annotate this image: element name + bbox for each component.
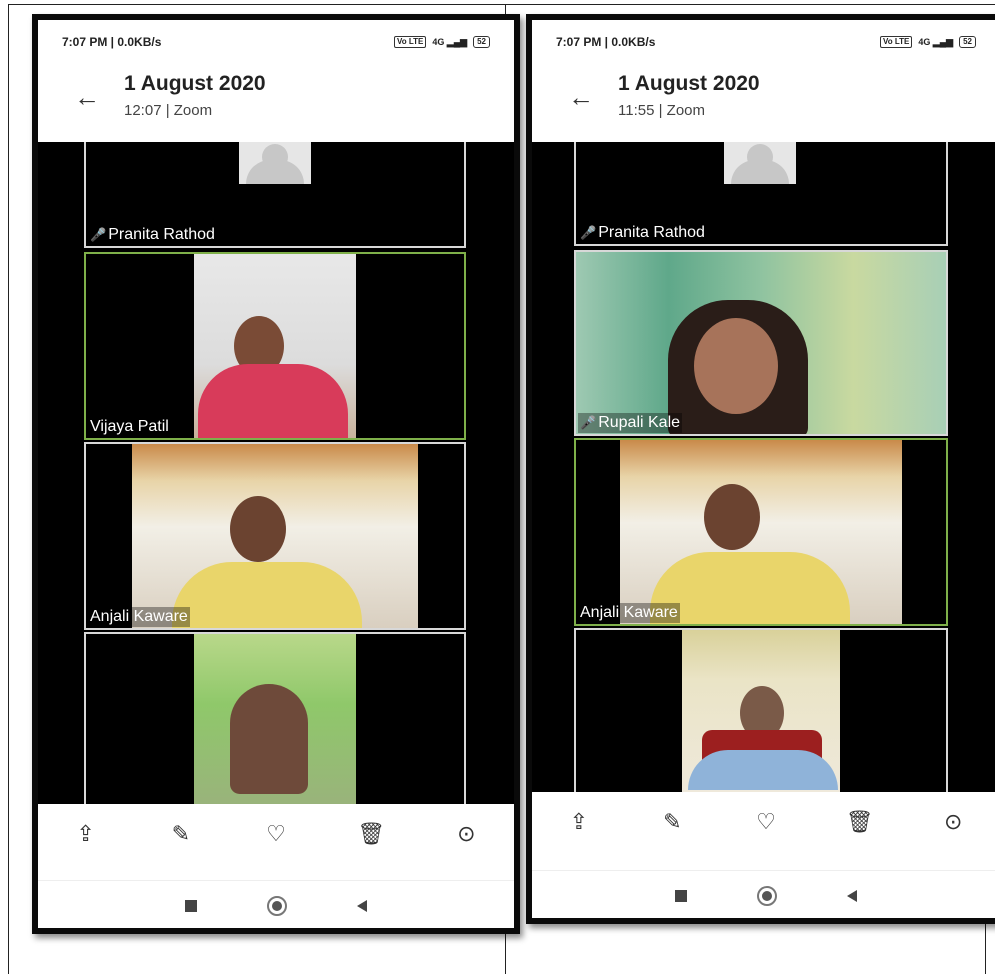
back-arrow-icon[interactable]: ← <box>568 82 594 112</box>
status-bar: 7:07 PM | 0.0KB/s Vo LTE 4G ▂▄▆ 52 <box>532 20 995 64</box>
app-header: ← 1 August 2020 11:55 | Zoom <box>532 64 995 152</box>
volte-icon: Vo LTE <box>393 36 427 48</box>
heart-icon[interactable]: ♡ <box>256 819 296 849</box>
battery-icon: 52 <box>473 36 490 48</box>
video-feed <box>194 634 356 804</box>
frame-border-top <box>8 4 995 5</box>
system-nav-bar <box>38 880 514 928</box>
video-feed <box>620 440 902 624</box>
participant-name: 🎤 Rupali Kale <box>578 413 683 433</box>
more-icon[interactable]: ⊙ <box>446 819 486 849</box>
participant-figure <box>230 684 308 794</box>
participant-tile: 🎤 Rupali Kale <box>574 250 948 436</box>
avatar <box>724 142 796 184</box>
mic-off-icon: 🎤 <box>90 227 107 242</box>
video-feed <box>576 252 946 434</box>
participant-figure <box>704 484 760 550</box>
participant-tile: 🎤 Pranita Rathod <box>84 142 466 248</box>
photo-action-bar: ⇪ ✎ ♡ 🗑 ⊙ <box>38 804 514 864</box>
participant-tile: 🎤 Pranita Rathod <box>574 142 948 246</box>
video-feed <box>132 444 418 628</box>
nav-back-icon[interactable] <box>357 900 367 912</box>
participant-body <box>650 552 850 624</box>
participant-tile <box>84 632 466 804</box>
photo-action-bar: ⇪ ✎ ♡ 🗑 ⊙ <box>532 792 995 852</box>
home-icon[interactable] <box>757 886 777 906</box>
nav-back-icon[interactable] <box>847 890 857 902</box>
photo-content: 🎤 Pranita Rathod Vijaya Patil Anjali Kawa… <box>38 142 514 804</box>
app-header: ← 1 August 2020 12:07 | Zoom <box>38 64 514 152</box>
trash-icon[interactable]: 🗑 <box>840 807 880 837</box>
edit-icon[interactable]: ✎ <box>652 807 692 837</box>
header-subtitle: 11:55 | Zoom <box>618 102 705 119</box>
more-icon[interactable]: ⊙ <box>933 807 973 837</box>
recent-apps-icon[interactable] <box>185 900 197 912</box>
battery-icon: 52 <box>959 36 976 48</box>
share-icon[interactable]: ⇪ <box>559 807 599 837</box>
share-icon[interactable]: ⇪ <box>66 819 106 849</box>
home-icon[interactable] <box>267 896 287 916</box>
frame-border-left <box>8 4 9 974</box>
participant-body <box>688 750 838 790</box>
status-time: 7:07 PM | 0.0KB/s <box>556 35 656 49</box>
recent-apps-icon[interactable] <box>675 890 687 902</box>
header-subtitle: 12:07 | Zoom <box>124 102 213 119</box>
signal-icon: 4G ▂▄▆ <box>918 36 954 47</box>
participant-tile-active: Anjali Kaware <box>574 438 948 626</box>
participant-name: 🎤 Pranita Rathod <box>88 225 217 245</box>
participant-name: 🎤 Pranita Rathod <box>578 223 707 243</box>
photo-content: 🎤 Pranita Rathod 🎤 Rupali Kale Anjali Kawa… <box>532 142 995 792</box>
participant-name: Anjali Kaware <box>88 607 190 627</box>
avatar <box>239 142 311 184</box>
participant-tile <box>574 628 948 792</box>
volte-icon: Vo LTE <box>879 36 913 48</box>
participant-figure <box>694 318 778 414</box>
heart-icon[interactable]: ♡ <box>746 807 786 837</box>
participant-body <box>172 562 362 628</box>
signal-icon: 4G ▂▄▆ <box>432 36 468 47</box>
participant-name: Vijaya Patil <box>88 417 171 437</box>
trash-icon[interactable]: 🗑 <box>351 819 391 849</box>
mic-off-icon: 🎤 <box>580 415 597 430</box>
header-title: 1 August 2020 <box>618 72 760 95</box>
status-bar: 7:07 PM | 0.0KB/s Vo LTE 4G ▂▄▆ 52 <box>38 20 514 64</box>
header-title: 1 August 2020 <box>124 72 266 95</box>
mic-off-icon: 🎤 <box>580 225 597 240</box>
video-feed <box>682 630 840 792</box>
back-arrow-icon[interactable]: ← <box>74 82 100 112</box>
participant-body <box>198 364 348 438</box>
participant-name: Anjali Kaware <box>578 603 680 623</box>
phone-screenshot-left: 7:07 PM | 0.0KB/s Vo LTE 4G ▂▄▆ 52 ← 1 A… <box>32 14 520 934</box>
phone-screenshot-right: 7:07 PM | 0.0KB/s Vo LTE 4G ▂▄▆ 52 ← 1 A… <box>526 14 995 924</box>
status-time: 7:07 PM | 0.0KB/s <box>62 35 162 49</box>
participant-tile-active: Vijaya Patil <box>84 252 466 440</box>
participant-figure <box>230 496 286 562</box>
video-feed <box>194 254 356 438</box>
participant-tile: Anjali Kaware <box>84 442 466 630</box>
edit-icon[interactable]: ✎ <box>161 819 201 849</box>
system-nav-bar <box>532 870 995 918</box>
